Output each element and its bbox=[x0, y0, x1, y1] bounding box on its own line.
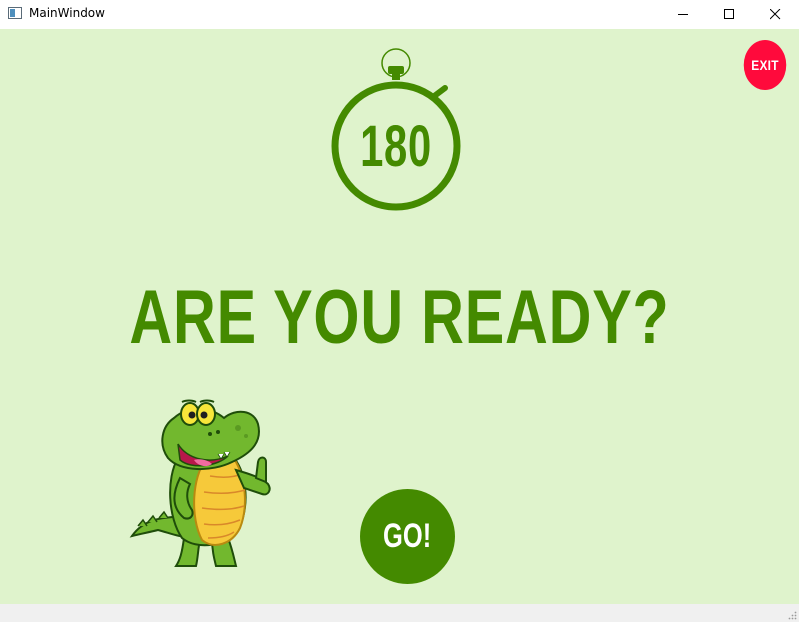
resize-grip-icon[interactable] bbox=[787, 610, 797, 620]
minimize-button[interactable] bbox=[661, 0, 707, 29]
title-bar: MainWindow bbox=[0, 0, 799, 29]
status-bar bbox=[0, 604, 799, 622]
close-icon bbox=[770, 9, 781, 20]
close-button[interactable] bbox=[753, 0, 799, 29]
window-title: MainWindow bbox=[29, 6, 105, 20]
app-icon bbox=[8, 7, 22, 19]
crocodile-mascot-icon bbox=[129, 399, 271, 567]
timer-value: 180 bbox=[360, 114, 432, 179]
exit-button[interactable]: EXIT bbox=[743, 40, 787, 90]
go-button-label: GO! bbox=[383, 517, 432, 555]
go-button[interactable]: GO! bbox=[360, 489, 455, 584]
ready-headline: ARE YOU READY? bbox=[129, 275, 670, 360]
maximize-icon bbox=[724, 9, 734, 19]
maximize-button[interactable] bbox=[707, 0, 753, 29]
minimize-icon bbox=[678, 14, 688, 15]
